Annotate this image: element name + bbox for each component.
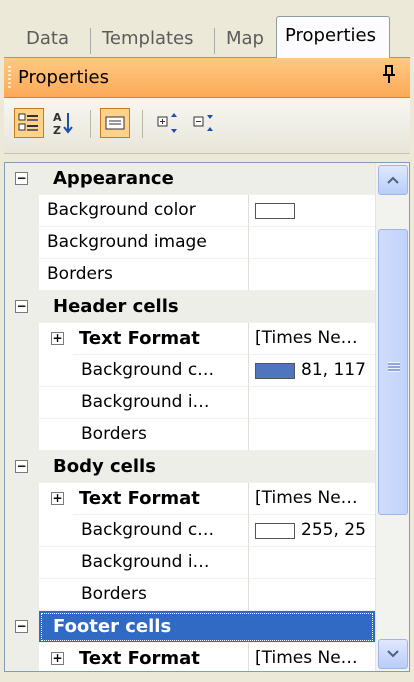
collapse-icon[interactable]: − <box>15 172 28 185</box>
drag-grip-icon[interactable] <box>8 66 11 90</box>
expand-icon[interactable]: + <box>51 332 64 345</box>
property-value[interactable] <box>249 387 375 419</box>
property-row[interactable]: Background i… <box>5 547 375 579</box>
category-label: Body cells <box>39 451 375 483</box>
property-name: Background color <box>39 195 249 227</box>
category-header-cells[interactable]: − Header cells <box>5 291 375 323</box>
color-swatch <box>255 522 295 539</box>
property-grid: − Appearance Background color Background… <box>4 162 410 672</box>
tab-data[interactable]: Data <box>18 22 77 58</box>
categorized-icon[interactable] <box>14 108 44 138</box>
property-value[interactable] <box>249 579 375 611</box>
property-value[interactable] <box>249 547 375 579</box>
tab-properties[interactable]: Properties <box>276 16 390 59</box>
color-swatch <box>255 202 295 219</box>
properties-window: Data Templates Map Properties Properties… <box>4 0 410 682</box>
expand-icon[interactable]: + <box>51 492 64 505</box>
properties-toolbar: AZ <box>4 98 410 154</box>
category-label: Footer cells <box>39 611 375 643</box>
tab-separator <box>90 28 91 54</box>
property-row[interactable]: Background image <box>5 227 375 259</box>
collapse-icon[interactable]: − <box>15 300 28 313</box>
property-name: Background i… <box>39 387 249 419</box>
property-value[interactable]: [Times Ne… <box>249 643 375 671</box>
toolbar-separator <box>142 110 143 138</box>
svg-text:Z: Z <box>53 124 61 136</box>
svg-text:A: A <box>53 111 62 124</box>
tab-separator <box>214 28 215 54</box>
category-label: Appearance <box>39 163 375 195</box>
tab-map[interactable]: Map <box>218 22 272 58</box>
grip-lines-icon <box>388 362 400 372</box>
category-body-cells[interactable]: − Body cells <box>5 451 375 483</box>
panel-title: Properties <box>18 67 109 88</box>
property-name: Background i… <box>39 547 249 579</box>
property-name: Borders <box>39 579 249 611</box>
property-value[interactable] <box>249 259 375 291</box>
tab-templates[interactable]: Templates <box>94 22 202 58</box>
property-name: Background c… <box>39 355 249 387</box>
property-row-expandable[interactable]: + Text Format [Times Ne… <box>5 643 375 671</box>
toolbar-separator <box>90 110 91 138</box>
expand-all-icon[interactable] <box>154 108 184 138</box>
property-name: Text Format <box>73 323 249 355</box>
alphabetical-sort-icon[interactable]: AZ <box>48 108 78 138</box>
property-name: Background c… <box>39 515 249 547</box>
category-footer-cells[interactable]: − Footer cells <box>5 611 375 643</box>
property-value[interactable]: [Times Ne… <box>249 483 375 515</box>
property-row-expandable[interactable]: + Text Format [Times Ne… <box>5 323 375 355</box>
property-name: Text Format <box>73 643 249 671</box>
property-row[interactable]: Background c… 81, 117 <box>5 355 375 387</box>
property-rows: − Appearance Background color Background… <box>5 163 375 671</box>
property-row[interactable]: Background i… <box>5 387 375 419</box>
scroll-up-button[interactable] <box>378 165 408 195</box>
category-label: Header cells <box>39 291 375 323</box>
property-value[interactable] <box>249 419 375 451</box>
property-row[interactable]: Borders <box>5 579 375 611</box>
property-pages-icon[interactable] <box>100 108 130 138</box>
collapse-all-icon[interactable] <box>190 108 220 138</box>
property-row-expandable[interactable]: + Text Format [Times Ne… <box>5 483 375 515</box>
property-row[interactable]: Borders <box>5 419 375 451</box>
property-name: Borders <box>39 419 249 451</box>
scrollbar-thumb[interactable] <box>378 229 408 515</box>
scroll-down-button[interactable] <box>378 639 408 669</box>
expand-icon[interactable]: + <box>51 652 64 665</box>
tab-strip: Data Templates Map Properties <box>4 14 410 59</box>
property-value[interactable] <box>249 195 375 227</box>
property-value[interactable] <box>249 227 375 259</box>
property-value[interactable]: [Times Ne… <box>249 323 375 355</box>
property-row[interactable]: Borders <box>5 259 375 291</box>
vertical-scrollbar[interactable] <box>375 163 409 671</box>
property-name: Text Format <box>73 483 249 515</box>
property-name: Background image <box>39 227 249 259</box>
panel-titlebar: Properties <box>4 58 410 98</box>
category-appearance[interactable]: − Appearance <box>5 163 375 195</box>
property-row[interactable]: Background c… 255, 25 <box>5 515 375 547</box>
property-value[interactable]: 81, 117 <box>249 355 375 387</box>
pin-icon[interactable] <box>382 64 396 89</box>
property-name: Borders <box>39 259 249 291</box>
collapse-icon[interactable]: − <box>15 460 28 473</box>
color-swatch <box>255 362 295 379</box>
collapse-icon[interactable]: − <box>15 620 28 633</box>
property-value[interactable]: 255, 25 <box>249 515 375 547</box>
property-row[interactable]: Background color <box>5 195 375 227</box>
